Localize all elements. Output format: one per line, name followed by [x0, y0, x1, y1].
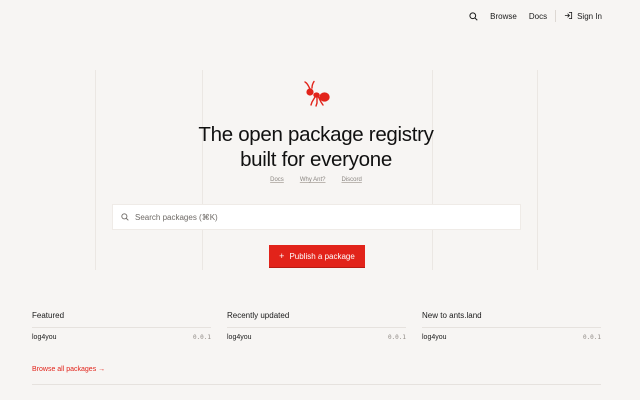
package-name: log4you — [227, 334, 252, 341]
new-packages-column: New to ants.land log4you 0.0.1 — [422, 311, 601, 341]
page: Browse Docs Sign In The open package reg… — [0, 0, 640, 400]
hero-docs-link[interactable]: Docs — [270, 177, 284, 183]
package-version: 0.0.1 — [387, 334, 406, 341]
column-heading: New to ants.land — [422, 311, 601, 328]
package-version: 0.0.1 — [192, 334, 211, 341]
package-row[interactable]: log4you 0.0.1 — [32, 328, 211, 341]
column-heading: Featured — [32, 311, 211, 328]
browse-all-packages-link[interactable]: Browse all packages → — [32, 366, 105, 373]
hero-why-ant-link[interactable]: Why Ant? — [300, 177, 326, 183]
package-row[interactable]: log4you 0.0.1 — [422, 328, 601, 341]
hero-links: Docs Why Ant? Discord — [0, 177, 632, 183]
section-divider — [32, 384, 601, 385]
hero-discord-link[interactable]: Discord — [342, 177, 362, 183]
ant-logo-icon — [302, 80, 332, 110]
hero-title-line-1: The open package registry — [198, 123, 434, 146]
sign-in-label: Sign In — [577, 11, 602, 21]
search-icon[interactable] — [466, 9, 480, 23]
plus-icon: + — [279, 251, 285, 261]
package-name: log4you — [32, 334, 57, 341]
nav-docs-link[interactable]: Docs — [529, 12, 547, 21]
search-input[interactable] — [133, 211, 513, 223]
hero-title-line-2: built for everyone — [240, 148, 392, 171]
package-version: 0.0.1 — [582, 334, 601, 341]
package-columns: Featured log4you 0.0.1 Recently updated … — [32, 311, 601, 341]
nav-browse-link[interactable]: Browse — [490, 12, 517, 21]
package-row[interactable]: log4you 0.0.1 — [227, 328, 406, 341]
package-name: log4you — [422, 334, 447, 341]
search-bar[interactable] — [112, 204, 521, 230]
publish-package-label: Publish a package — [289, 251, 355, 261]
hero-title: The open package registry built for ever… — [0, 122, 632, 172]
featured-column: Featured log4you 0.0.1 — [32, 311, 211, 341]
column-heading: Recently updated — [227, 311, 406, 328]
recently-updated-column: Recently updated log4you 0.0.1 — [227, 311, 406, 341]
sign-in-icon — [564, 11, 573, 22]
top-nav: Browse Docs Sign In — [466, 0, 640, 32]
search-icon — [121, 208, 129, 226]
nav-divider — [555, 10, 557, 22]
publish-package-button[interactable]: + Publish a package — [269, 245, 365, 267]
sign-in-button[interactable]: Sign In — [564, 11, 602, 22]
